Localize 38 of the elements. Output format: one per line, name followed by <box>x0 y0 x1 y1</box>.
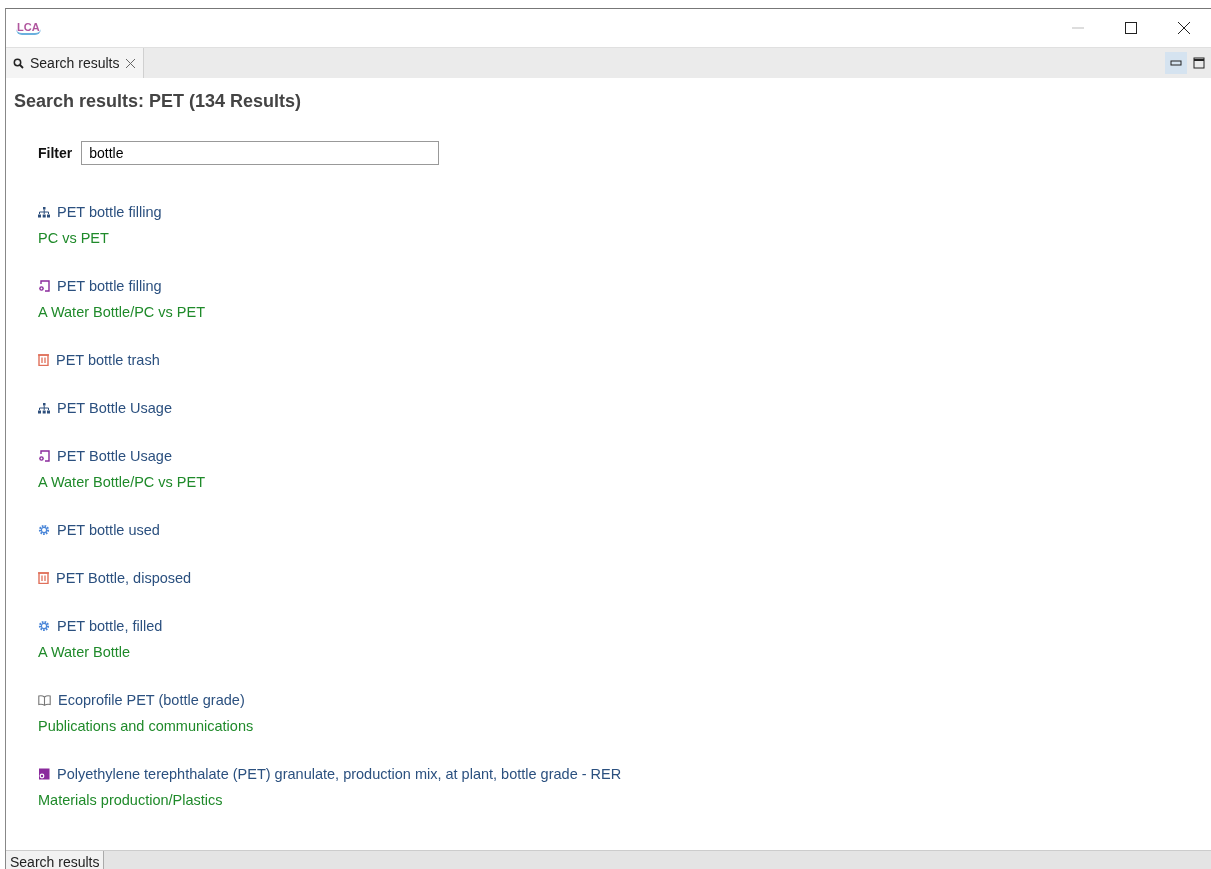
result-link[interactable]: Polyethylene terephthalate (PET) granulate, production mix, at plant, bottle grade - RER <box>57 766 622 782</box>
search-results-tab[interactable]: Search results <box>6 48 145 78</box>
trash-icon <box>38 354 49 366</box>
result-link[interactable]: PET bottle filling <box>57 278 162 294</box>
minimize-view-icon[interactable] <box>1165 52 1187 74</box>
result-link[interactable]: PET Bottle, disposed <box>56 570 192 586</box>
maximize-view-icon[interactable] <box>1193 57 1205 69</box>
close-icon[interactable] <box>1177 21 1191 35</box>
result-link[interactable]: PET Bottle Usage <box>57 400 172 416</box>
result-link[interactable]: Ecoprofile PET (bottle grade) <box>58 692 245 708</box>
hierarchy-icon <box>38 402 50 414</box>
search-results-tab[interactable]: Search results <box>6 851 105 869</box>
gear-page-icon <box>38 280 50 292</box>
gear-page-icon <box>38 450 50 462</box>
filter-label: Filter <box>38 145 73 161</box>
tab-label: Search results <box>30 55 120 71</box>
gear-icon <box>38 620 50 632</box>
result-link[interactable]: PET bottle trash <box>56 352 160 368</box>
category-link[interactable]: Materials production/Plastics <box>38 792 223 808</box>
filter-field[interactable]: bottle <box>81 141 440 165</box>
app-logo: LCA <box>16 21 41 35</box>
result-link[interactable]: PET bottle, filled <box>57 618 163 634</box>
category-link[interactable]: A Water Bottle/PC vs PET <box>38 474 206 490</box>
category-link[interactable]: A Water Bottle <box>38 644 131 660</box>
result-link[interactable]: PET bottle used <box>57 522 160 538</box>
hierarchy-icon <box>38 206 50 218</box>
category-link[interactable]: A Water Bottle/PC vs PET <box>38 304 206 320</box>
category-link[interactable]: PC vs PET <box>38 230 109 246</box>
result-link[interactable]: PET bottle filling <box>57 204 162 220</box>
results-heading: Search results: PET (134 Results) <box>14 91 303 112</box>
search-icon <box>13 57 24 69</box>
gear-icon <box>38 524 50 536</box>
maximize-icon[interactable] <box>1124 21 1138 35</box>
trash-icon <box>38 572 49 584</box>
gear-page-icon <box>38 768 50 780</box>
result-link[interactable]: PET Bottle Usage <box>57 448 172 464</box>
book-icon <box>38 694 51 706</box>
category-link[interactable]: Publications and communications <box>38 718 254 734</box>
